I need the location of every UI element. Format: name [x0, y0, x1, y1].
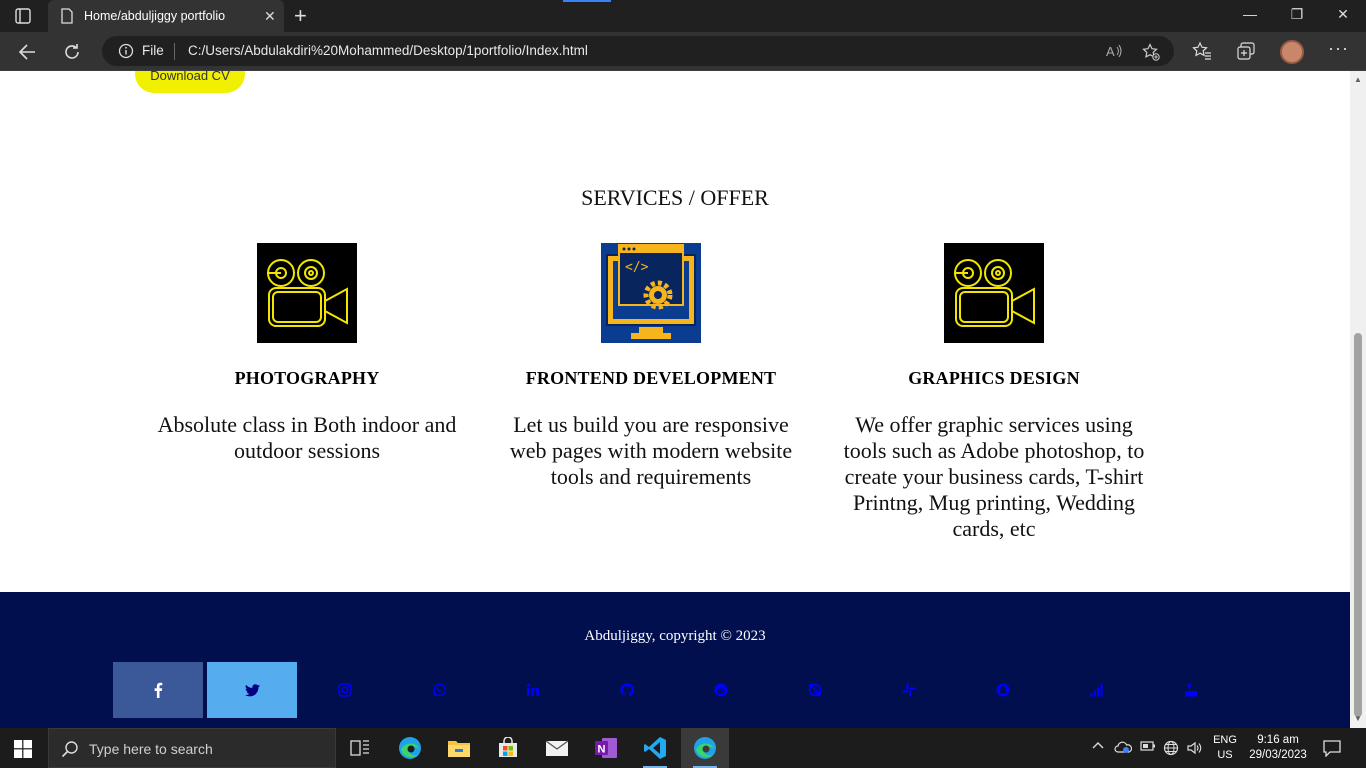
read-aloud-icon[interactable]: A [1106, 43, 1124, 64]
windows-taskbar: Type here to search N ENG US 9:16 am 29/… [0, 728, 1366, 768]
scroll-down-arrow-icon[interactable]: ▼ [1354, 714, 1362, 723]
vscode-icon[interactable] [631, 728, 679, 768]
service-description: Absolute class in Both indoor and outdoo… [157, 412, 457, 463]
slack-icon [902, 683, 916, 697]
signal-link[interactable] [1052, 662, 1142, 718]
volume-icon[interactable] [1186, 740, 1204, 759]
monitor-code-gear-icon: </> [601, 243, 701, 343]
clock-time: 9:16 am [1257, 734, 1299, 746]
refresh-icon[interactable] [61, 41, 83, 63]
tab-title: Home/abduljiggy portfolio [84, 9, 226, 23]
skype-link[interactable] [770, 662, 860, 718]
svg-text:A: A [1106, 44, 1115, 59]
skype-icon [808, 683, 822, 697]
url-text[interactable]: C:/Users/Abdulakdiri%20Mohammed/Desktop/… [188, 43, 588, 58]
battery-icon[interactable] [1140, 740, 1156, 755]
profile-avatar[interactable] [1280, 40, 1304, 64]
facebook-link[interactable] [113, 662, 203, 718]
service-card-frontend: </> FRONTEND DEVELOPMENT Let us build yo… [486, 243, 816, 490]
restore-icon[interactable]: ❐ [1287, 6, 1307, 23]
youtube-icon [1185, 683, 1197, 697]
signal-bars-icon [1090, 684, 1103, 697]
notifications-icon[interactable] [1322, 739, 1342, 762]
svg-text:N: N [598, 744, 606, 756]
instagram-link[interactable] [300, 662, 390, 718]
taskbar-clock[interactable]: 9:16 am 29/03/2023 [1244, 733, 1312, 763]
cloud-sync-icon[interactable] [1114, 740, 1133, 757]
page-icon [60, 8, 74, 29]
service-title: PHOTOGRAPHY [234, 368, 380, 388]
whatsapp-link[interactable] [394, 662, 484, 718]
github-icon [620, 683, 634, 697]
add-favorite-icon[interactable] [1142, 43, 1160, 66]
search-icon [61, 740, 79, 763]
browser-tab-bar: Home/abduljiggy portfolio ✕ + — ❐ ✕ [0, 0, 1366, 32]
video-camera-icon [944, 243, 1044, 343]
edge-taskbar-icon[interactable] [386, 728, 434, 768]
page-viewport: Download CV SERVICES / OFFER PHOTOGRAPHY… [0, 71, 1350, 728]
windows-start-icon[interactable] [14, 740, 32, 763]
whatsapp-icon [433, 683, 446, 697]
svg-text:</>: </> [625, 260, 649, 275]
download-cv-button[interactable]: Download CV [135, 71, 245, 93]
input-language-indicator[interactable]: ENG US [1212, 733, 1238, 763]
video-camera-icon [257, 243, 357, 343]
close-tab-icon[interactable]: ✕ [264, 9, 276, 23]
clock-date: 29/03/2023 [1249, 749, 1307, 761]
linkedin-link[interactable] [488, 662, 578, 718]
linkedin-icon [526, 683, 540, 696]
edge-active-taskbar-icon[interactable] [681, 728, 729, 768]
file-explorer-icon[interactable] [435, 728, 483, 768]
scrollbar-thumb[interactable] [1354, 333, 1362, 717]
tab-actions-icon[interactable] [14, 7, 32, 25]
copyright-text: Abduljiggy, copyright © 2023 [584, 628, 766, 644]
services-title: SERVICES / OFFER [581, 185, 769, 210]
address-scheme-label: File [142, 43, 164, 58]
github-link[interactable] [582, 662, 672, 718]
keyboard-layout-code: US [1217, 749, 1233, 761]
new-tab-icon[interactable]: + [294, 5, 307, 27]
browser-toolbar: File C:/Users/Abdulakdiri%20Mohammed/Des… [0, 32, 1366, 71]
onenote-icon[interactable]: N [582, 728, 630, 768]
slack-link[interactable] [864, 662, 954, 718]
microsoft-store-icon[interactable] [484, 728, 532, 768]
service-description: We offer graphic services using tools su… [843, 412, 1145, 541]
twitter-icon [244, 683, 260, 696]
favorites-icon[interactable] [1192, 41, 1212, 66]
settings-more-icon[interactable]: ··· [1328, 38, 1349, 59]
mail-icon[interactable] [533, 728, 581, 768]
network-globe-icon[interactable] [1163, 740, 1179, 759]
site-info-icon[interactable] [118, 43, 134, 64]
page-scrollbar[interactable]: ▲ ▼ [1350, 71, 1366, 728]
collections-icon[interactable] [1236, 41, 1256, 66]
chevron-up-icon[interactable] [1092, 740, 1104, 755]
close-window-icon[interactable]: ✕ [1333, 6, 1353, 23]
address-separator [174, 43, 175, 60]
reddit-link[interactable] [676, 662, 766, 718]
snapchat-link[interactable] [958, 662, 1048, 718]
service-card-photography: PHOTOGRAPHY Absolute class in Both indoo… [142, 243, 472, 464]
task-view-icon[interactable] [336, 728, 384, 768]
taskbar-search-box[interactable]: Type here to search [48, 728, 336, 768]
search-placeholder: Type here to search [89, 741, 213, 757]
service-title: GRAPHICS DESIGN [908, 368, 1080, 388]
twitter-link[interactable] [207, 662, 297, 718]
browser-tab[interactable]: Home/abduljiggy portfolio ✕ [48, 0, 284, 32]
page-footer: Abduljiggy, copyright © 2023 [0, 592, 1350, 728]
service-description: Let us build you are responsive web page… [509, 412, 793, 489]
instagram-icon [338, 683, 352, 697]
snapchat-icon [996, 683, 1010, 697]
language-code: ENG [1213, 734, 1237, 746]
address-bar[interactable]: File C:/Users/Abdulakdiri%20Mohammed/Des… [102, 36, 1174, 66]
youtube-link[interactable] [1146, 662, 1236, 718]
scroll-up-arrow-icon[interactable]: ▲ [1354, 75, 1362, 84]
back-icon[interactable] [17, 41, 39, 63]
facebook-icon [154, 682, 163, 698]
minimize-icon[interactable]: — [1240, 6, 1260, 22]
service-card-graphics: GRAPHICS DESIGN We offer graphic service… [829, 243, 1159, 542]
reddit-icon [714, 683, 728, 697]
drag-indicator [563, 0, 611, 2]
service-title: FRONTEND DEVELOPMENT [525, 368, 777, 388]
